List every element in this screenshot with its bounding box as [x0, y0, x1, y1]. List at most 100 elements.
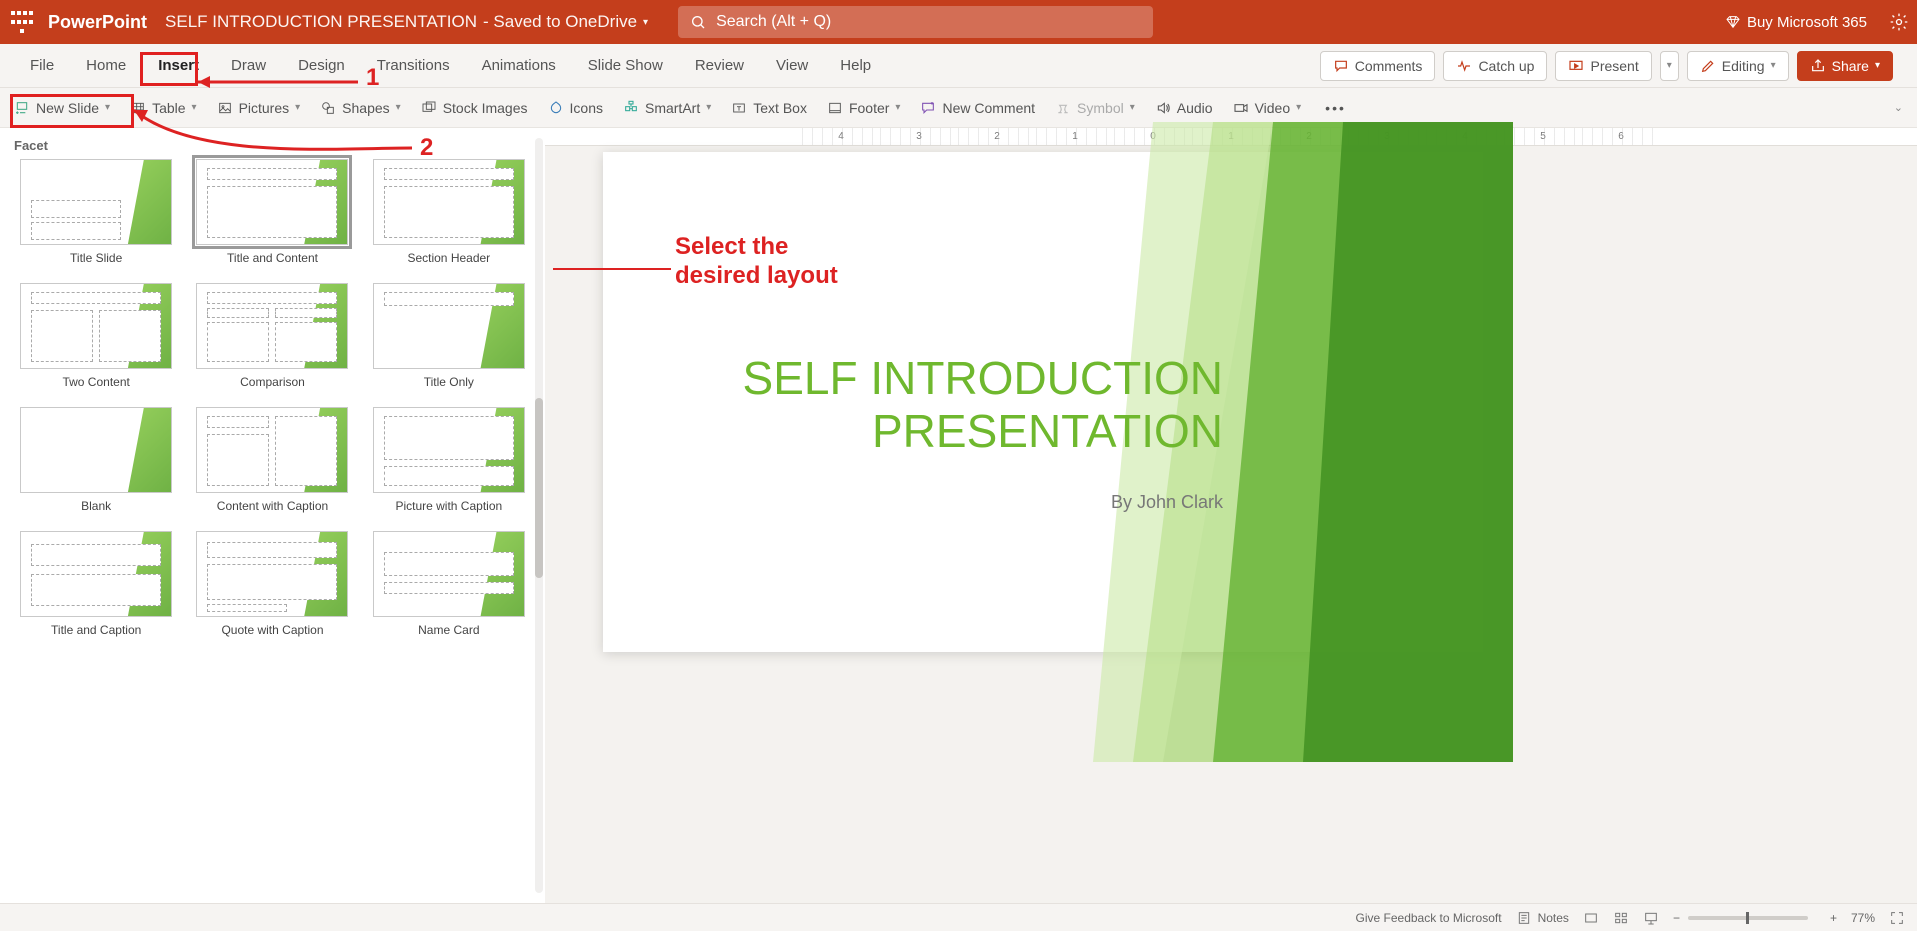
audio-icon: [1155, 100, 1171, 116]
ribbon-more-button[interactable]: •••: [1325, 100, 1346, 116]
slide-canvas[interactable]: SELF INTRODUCTION PRESENTATION By John C…: [603, 152, 1483, 652]
layout-option[interactable]: Two Content: [18, 283, 174, 389]
video-button[interactable]: Video▾: [1233, 100, 1302, 116]
layout-option[interactable]: Title and Caption: [18, 531, 174, 637]
slide-title[interactable]: SELF INTRODUCTION PRESENTATION: [713, 352, 1223, 458]
view-normal-button[interactable]: [1583, 910, 1599, 926]
share-button[interactable]: Share ▾: [1797, 51, 1893, 81]
settings-button[interactable]: [1889, 12, 1909, 32]
comments-button[interactable]: Comments: [1320, 51, 1436, 81]
layout-gallery: Facet Title Slide Title and Content Sect…: [0, 128, 545, 903]
chevron-down-icon: ▾: [1875, 60, 1880, 71]
layout-thumbnail: [196, 407, 348, 493]
tab-home[interactable]: Home: [70, 44, 142, 87]
zoom-in-button[interactable]: +: [1830, 911, 1837, 925]
layout-option[interactable]: Section Header: [371, 159, 527, 265]
layout-caption: Blank: [81, 499, 111, 513]
annotation-arrow-2: [134, 100, 424, 160]
view-slideshow-button[interactable]: [1643, 910, 1659, 926]
app-launcher-icon[interactable]: [8, 8, 36, 36]
comment-icon: [1333, 58, 1349, 74]
document-title-text: SELF INTRODUCTION PRESENTATION: [165, 12, 477, 32]
symbol-icon: [1055, 100, 1071, 116]
layout-thumbnail: [196, 531, 348, 617]
layout-option[interactable]: Title Slide: [18, 159, 174, 265]
pulse-icon: [1456, 58, 1472, 74]
layout-thumbnail: [20, 159, 172, 245]
titlebar-right: Buy Microsoft 365: [1725, 12, 1909, 32]
layout-caption: Title Only: [424, 375, 474, 389]
footer-button[interactable]: Footer▾: [827, 100, 901, 116]
layout-option[interactable]: Content with Caption: [194, 407, 350, 513]
slide-subtitle[interactable]: By John Clark: [903, 492, 1223, 513]
feedback-link[interactable]: Give Feedback to Microsoft: [1356, 911, 1502, 925]
tab-slideshow[interactable]: Slide Show: [572, 44, 679, 87]
status-bar: Give Feedback to Microsoft Notes − + 77%: [0, 903, 1917, 931]
smartart-icon: [623, 100, 639, 116]
pencil-icon: [1700, 58, 1716, 74]
present-icon: [1568, 58, 1584, 74]
tab-file[interactable]: File: [14, 44, 70, 87]
chevron-down-icon: ▾: [643, 17, 648, 28]
tab-review[interactable]: Review: [679, 44, 760, 87]
layout-caption: Comparison: [240, 375, 305, 389]
gallery-scrollbar[interactable]: [535, 138, 543, 893]
layout-caption: Title Slide: [70, 251, 122, 265]
tab-help[interactable]: Help: [824, 44, 887, 87]
layout-caption: Title and Content: [227, 251, 318, 265]
scrollbar-thumb[interactable]: [535, 398, 543, 578]
chevron-down-icon: ▾: [1771, 60, 1776, 71]
notes-button[interactable]: Notes: [1516, 910, 1569, 926]
present-button[interactable]: Present: [1555, 51, 1651, 81]
symbol-button[interactable]: Symbol▾: [1055, 100, 1135, 116]
icons-button[interactable]: Icons: [548, 100, 603, 116]
chevron-down-icon: ▾: [105, 102, 110, 113]
new-slide-button[interactable]: New Slide▾: [14, 100, 110, 116]
layout-option[interactable]: Picture with Caption: [371, 407, 527, 513]
layout-caption: Two Content: [62, 375, 129, 389]
layout-option[interactable]: Title Only: [371, 283, 527, 389]
zoom-slider-knob[interactable]: [1746, 912, 1749, 924]
tab-animations[interactable]: Animations: [466, 44, 572, 87]
collapse-ribbon-button[interactable]: ⌄: [1894, 101, 1903, 114]
layout-option[interactable]: Comparison: [194, 283, 350, 389]
document-saved-label: - Saved to OneDrive: [483, 12, 637, 32]
layout-option[interactable]: Blank: [18, 407, 174, 513]
fit-icon: [1889, 910, 1905, 926]
zoom-out-button[interactable]: −: [1673, 911, 1680, 925]
new-slide-icon: [14, 100, 30, 116]
zoom-level[interactable]: 77%: [1851, 911, 1875, 925]
fit-to-window-button[interactable]: [1889, 910, 1905, 926]
gear-icon: [1889, 12, 1909, 32]
icons-icon: [548, 100, 564, 116]
layout-thumbnail: [373, 531, 525, 617]
present-dropdown[interactable]: ▾: [1660, 51, 1679, 81]
search-input[interactable]: Search (Alt + Q): [678, 6, 1153, 38]
editing-mode-button[interactable]: Editing ▾: [1687, 51, 1789, 81]
layout-option[interactable]: Name Card: [371, 531, 527, 637]
layout-thumbnail: [20, 407, 172, 493]
search-icon: [690, 14, 706, 30]
layout-option[interactable]: Quote with Caption: [194, 531, 350, 637]
layout-caption: Content with Caption: [217, 499, 328, 513]
layout-caption: Quote with Caption: [221, 623, 323, 637]
new-comment-icon: [920, 100, 936, 116]
view-normal-icon: [1583, 910, 1599, 926]
catch-up-button[interactable]: Catch up: [1443, 51, 1547, 81]
slideshow-icon: [1643, 910, 1659, 926]
textbox-button[interactable]: Text Box: [731, 100, 807, 116]
layout-option[interactable]: Title and Content: [194, 159, 350, 265]
buy-microsoft-365-button[interactable]: Buy Microsoft 365: [1725, 14, 1867, 31]
audio-button[interactable]: Audio: [1155, 100, 1213, 116]
search-placeholder: Search (Alt + Q): [716, 13, 831, 31]
layout-thumbnail: [373, 283, 525, 369]
layout-caption: Title and Caption: [51, 623, 141, 637]
tab-view[interactable]: View: [760, 44, 824, 87]
zoom-slider[interactable]: [1688, 916, 1808, 920]
stock-images-button[interactable]: Stock Images: [421, 100, 528, 116]
layout-thumbnail: [373, 407, 525, 493]
document-title[interactable]: SELF INTRODUCTION PRESENTATION - Saved t…: [165, 12, 648, 32]
view-sorter-button[interactable]: [1613, 910, 1629, 926]
smartart-button[interactable]: SmartArt▾: [623, 100, 711, 116]
new-comment-button[interactable]: New Comment: [920, 100, 1035, 116]
